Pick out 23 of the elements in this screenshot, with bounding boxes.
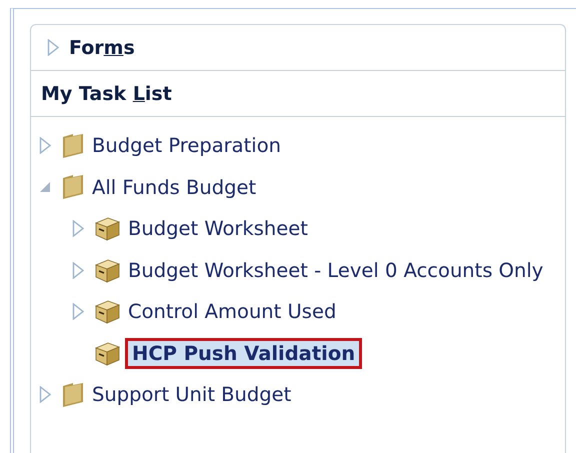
forms-title[interactable]: Forms	[69, 36, 135, 58]
collapse-icon[interactable]	[39, 181, 51, 194]
expand-icon[interactable]	[72, 303, 84, 320]
expand-icon[interactable]	[72, 220, 84, 238]
task-list-title: My Task List	[41, 82, 172, 104]
folder-icon	[61, 382, 85, 408]
tree-item[interactable]: Budget Worksheet	[128, 216, 308, 242]
expand-icon[interactable]	[39, 386, 51, 404]
tree-item[interactable]: Support Unit Budget	[92, 382, 292, 408]
tree-item[interactable]: Budget Preparation	[92, 133, 281, 158]
tree-item[interactable]: HCP Push Validation	[128, 340, 360, 366]
tree-item[interactable]: Budget Worksheet - Level 0 Accounts Only	[128, 258, 544, 283]
expand-icon[interactable]	[72, 262, 84, 279]
box-icon	[94, 216, 121, 242]
expand-icon[interactable]	[39, 137, 51, 154]
folder-icon	[61, 174, 85, 200]
box-icon	[94, 299, 121, 324]
expand-icon[interactable]	[47, 39, 59, 56]
box-icon	[94, 340, 121, 366]
tree-item[interactable]: All Funds Budget	[92, 174, 256, 200]
box-icon	[94, 258, 121, 283]
folder-icon	[61, 132, 85, 159]
tree-item[interactable]: Control Amount Used	[128, 299, 336, 324]
